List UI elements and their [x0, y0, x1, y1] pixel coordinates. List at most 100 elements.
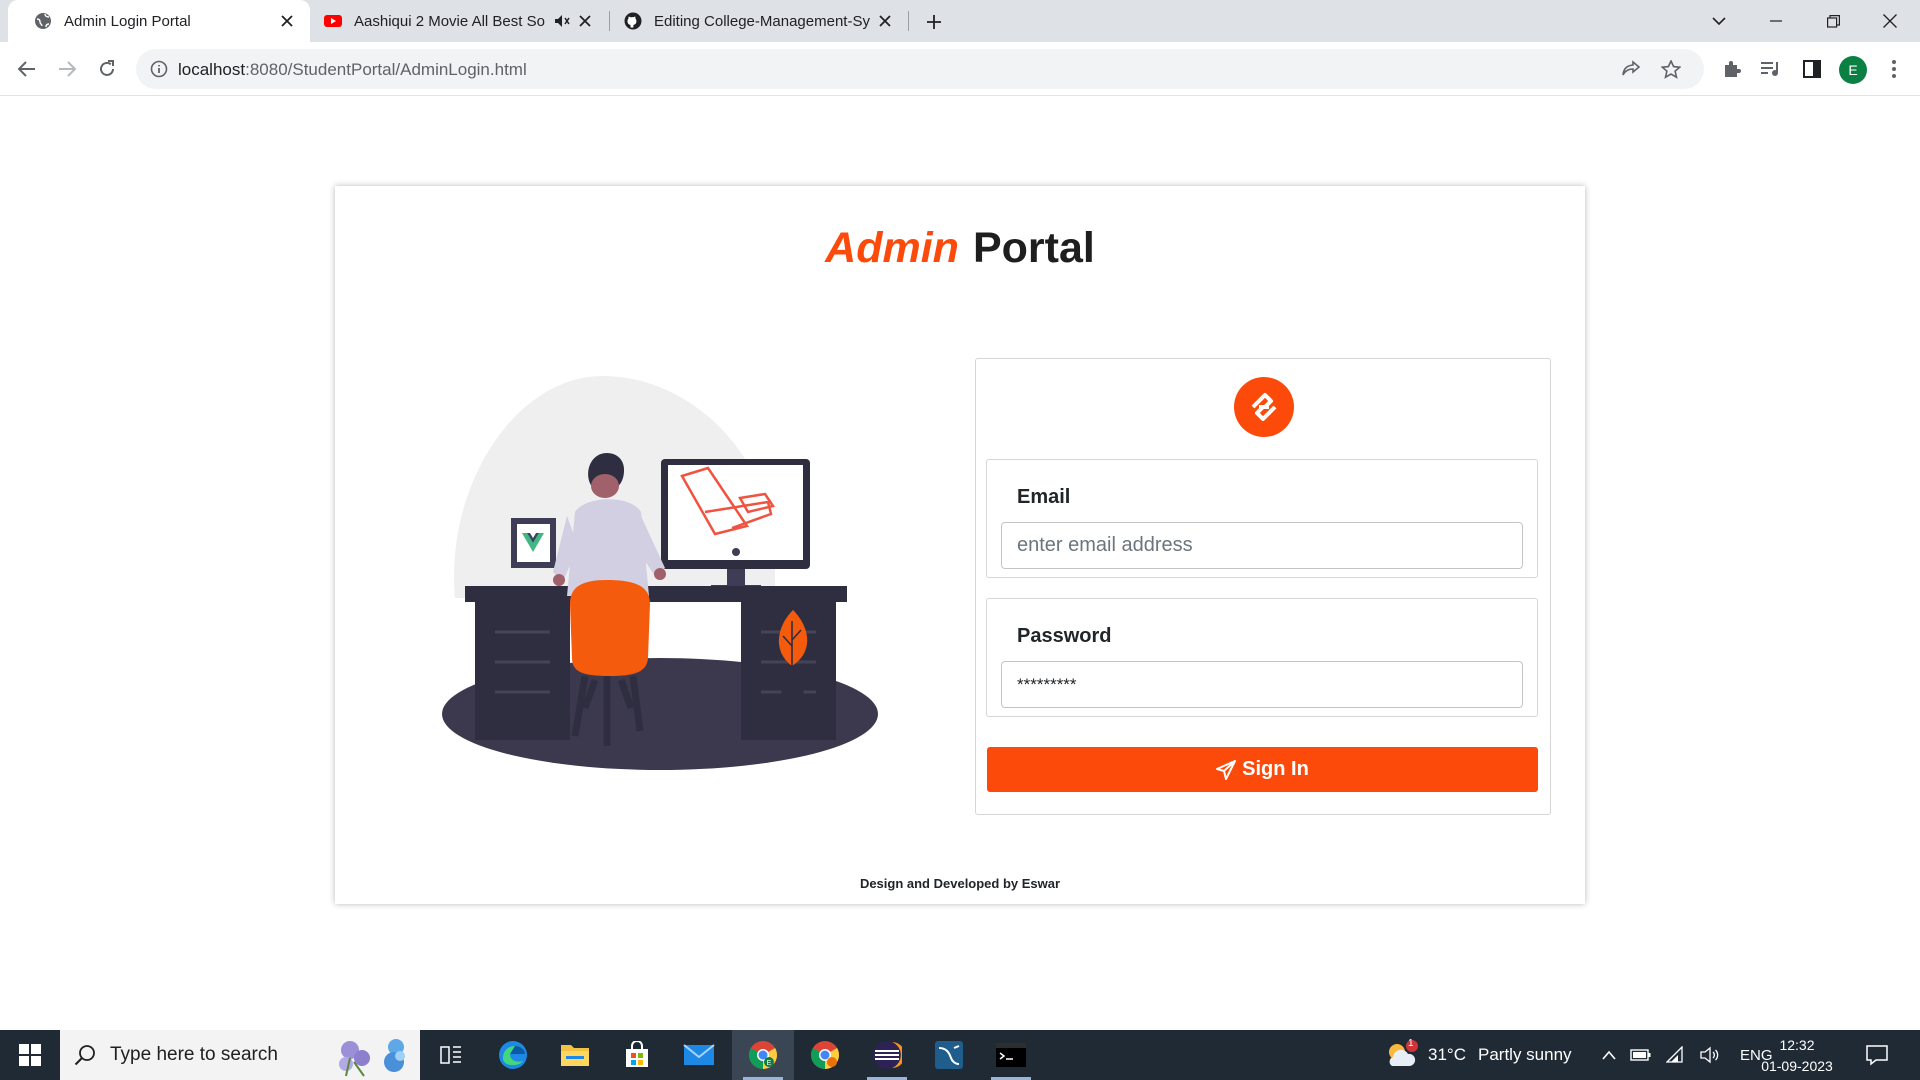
notification-icon [1866, 1045, 1888, 1066]
mysql-workbench-taskbar-button[interactable] [918, 1030, 980, 1080]
minimize-button[interactable] [1748, 0, 1804, 42]
paper-plane-icon [1216, 759, 1237, 780]
mysql-shell-taskbar-button[interactable] [980, 1030, 1042, 1080]
volume-icon[interactable] [1700, 1046, 1720, 1064]
close-window-button[interactable] [1862, 0, 1918, 42]
restore-icon [1826, 14, 1840, 28]
clock-date: 01-09-2023 [1761, 1058, 1833, 1074]
clock-time: 12:32 [1779, 1037, 1815, 1053]
email-input[interactable] [1001, 522, 1523, 569]
plus-icon [927, 15, 941, 29]
tab-admin-login-portal[interactable]: Admin Login Portal [8, 0, 310, 42]
chrome-icon: E [749, 1041, 777, 1069]
tab-separator [908, 11, 909, 31]
login-form: Email Password Sign In [975, 358, 1551, 815]
tab-title: Aashiqui 2 Movie All Best So [354, 12, 545, 30]
share-icon[interactable] [1622, 59, 1642, 79]
mysql-workbench-icon [935, 1041, 963, 1069]
edge-icon [499, 1041, 527, 1069]
tab-close-icon[interactable] [278, 12, 296, 30]
page-title: Admin Portal [335, 224, 1585, 273]
new-tab-button[interactable] [921, 9, 947, 35]
reload-button[interactable] [91, 53, 123, 85]
profile-avatar[interactable]: E [1839, 56, 1867, 84]
wifi-icon[interactable] [1666, 1046, 1686, 1064]
github-icon [624, 12, 642, 30]
tab-search-button[interactable] [1691, 0, 1747, 42]
weather-temp: 31°C [1428, 1045, 1466, 1064]
restore-button[interactable] [1805, 0, 1861, 42]
start-button[interactable] [0, 1030, 60, 1080]
search-placeholder: Type here to search [110, 1044, 278, 1065]
password-label: Password [1017, 625, 1112, 647]
chevron-up-icon[interactable] [1602, 1050, 1616, 1060]
svg-text:E: E [767, 1060, 772, 1067]
site-info-icon[interactable] [150, 60, 168, 78]
weather-desc: Partly sunny [1477, 1045, 1572, 1064]
browser-toolbar: localhost:8080/StudentPortal/AdminLogin.… [0, 42, 1920, 96]
mail-taskbar-button[interactable] [668, 1030, 730, 1080]
arrow-left-icon [18, 61, 35, 77]
file-explorer-taskbar-button[interactable] [544, 1030, 606, 1080]
windows-logo-icon [19, 1044, 41, 1066]
page-title-main: Portal [972, 224, 1095, 272]
store-taskbar-button[interactable] [606, 1030, 668, 1080]
mail-icon [683, 1044, 715, 1065]
search-highlight-flowers-icon [339, 1039, 405, 1077]
tab-close-icon[interactable] [876, 12, 894, 30]
youtube-icon [324, 15, 342, 27]
system-tray: ENG [1602, 1030, 1773, 1080]
weather-widget[interactable]: 1 31°C Partly sunny [1384, 1030, 1572, 1080]
url-host: localhost [178, 60, 246, 79]
eclipse-icon [873, 1041, 902, 1069]
password-input[interactable] [1001, 661, 1523, 708]
login-card: Admin Portal Email enter email address P… [335, 186, 1585, 904]
minimize-icon [1770, 20, 1782, 22]
menu-dots-icon[interactable] [1882, 57, 1906, 81]
email-label: Email [1017, 486, 1071, 508]
globe-icon [35, 13, 51, 29]
address-bar[interactable]: localhost:8080/StudentPortal/AdminLogin.… [136, 49, 1704, 89]
page-title-accent: Admin [825, 224, 959, 272]
chrome-profile-taskbar-button[interactable] [794, 1030, 856, 1080]
tab-title: Admin Login Portal [64, 12, 191, 30]
search-icon [74, 1045, 95, 1066]
back-button[interactable] [11, 53, 43, 85]
battery-icon[interactable] [1630, 1048, 1652, 1062]
sign-in-label: Sign In [1242, 758, 1309, 780]
mysql-shell-icon [996, 1043, 1026, 1067]
task-view-button[interactable] [420, 1030, 482, 1080]
taskbar-clock[interactable]: 12:32 01-09-2023 [1760, 1035, 1834, 1077]
store-icon [626, 1041, 648, 1067]
side-panel-icon[interactable] [1800, 57, 1824, 81]
portal-logo-icon [1234, 377, 1294, 437]
tab-github[interactable]: Editing College-Management-Sy [610, 0, 908, 42]
bookmark-star-icon[interactable] [1661, 59, 1681, 79]
email-field-group: Email [986, 459, 1538, 578]
chrome-profile-icon [811, 1041, 839, 1069]
chevron-down-icon [1712, 16, 1726, 25]
extensions-icon[interactable] [1720, 57, 1744, 81]
sign-in-button[interactable]: Sign In [987, 747, 1538, 792]
edge-taskbar-button[interactable] [482, 1030, 544, 1080]
forward-button[interactable] [51, 53, 83, 85]
url-text: localhost:8080/StudentPortal/AdminLogin.… [178, 60, 527, 80]
chrome-taskbar-button[interactable]: E [732, 1030, 794, 1080]
footer-credit: Design and Developed by Eswar [859, 876, 1061, 891]
speaker-muted-icon[interactable] [554, 14, 570, 28]
tab-youtube[interactable]: Aashiqui 2 Movie All Best So [310, 0, 608, 42]
windows-taskbar: Type here to search E 1 31°C Partly sunn… [0, 1030, 1920, 1080]
task-view-icon [440, 1046, 461, 1064]
file-explorer-icon [561, 1045, 589, 1066]
tab-close-icon[interactable] [576, 12, 594, 30]
arrow-right-icon [59, 61, 76, 77]
url-path: :8080/StudentPortal/AdminLogin.html [245, 60, 527, 79]
taskbar-search-box[interactable]: Type here to search [60, 1030, 420, 1080]
weather-badge: 1 [1408, 1038, 1414, 1049]
reload-icon [100, 60, 114, 76]
browser-tabstrip: Admin Login Portal Aashiqui 2 Movie All … [0, 0, 1920, 42]
eclipse-taskbar-button[interactable] [856, 1030, 918, 1080]
media-control-icon[interactable] [1759, 57, 1783, 81]
developer-desk-illustration [442, 376, 878, 770]
notification-center-button[interactable] [1866, 1030, 1888, 1080]
